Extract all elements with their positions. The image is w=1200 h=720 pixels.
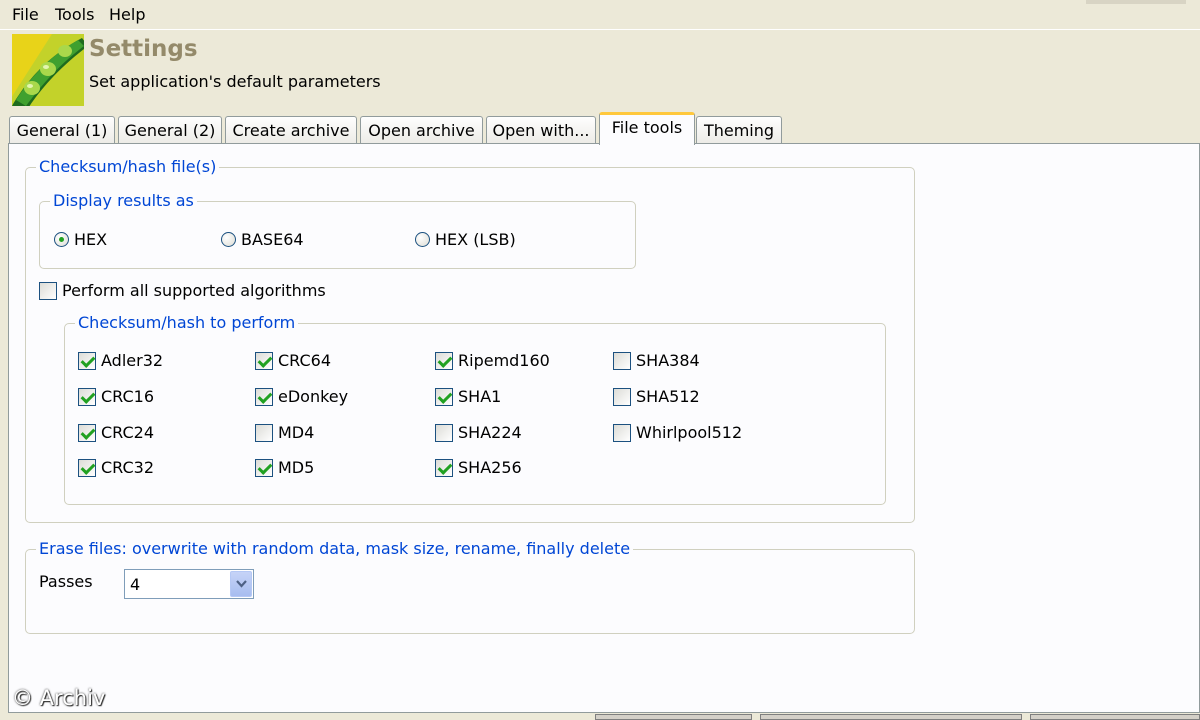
display-results-group-label: Display results as [50,191,197,210]
page-title: Settings [89,36,198,62]
checkbox-sha224[interactable]: SHA224 [435,423,522,442]
tab-open-with[interactable]: Open with... [486,116,596,144]
checkbox-crc24[interactable]: CRC24 [78,423,154,442]
watermark: © Archiv [12,686,106,710]
checkbox-sha1[interactable]: SHA1 [435,387,501,406]
page-subtitle: Set application's default parameters [89,72,381,91]
passes-label: Passes [39,572,93,591]
checkbox-icon[interactable] [255,423,273,442]
checkbox-icon[interactable] [613,423,631,442]
checkbox-icon[interactable] [255,387,273,406]
checkbox-label: SHA256 [458,458,522,477]
menu-file[interactable]: File [10,4,41,25]
checkbox-sha512[interactable]: SHA512 [613,387,700,406]
checkbox-label: CRC32 [101,458,155,477]
checkbox-label: Adler32 [101,351,164,370]
tab-theming[interactable]: Theming [696,116,782,144]
erase-files-group-label: Erase files: overwrite with random data,… [36,539,634,558]
tab-general-1[interactable]: General (1) [9,116,115,144]
menu-help[interactable]: Help [107,4,147,25]
checkbox-edonkey[interactable]: eDonkey [255,387,348,406]
tab-page-file-tools: Checksum/hash file(s) Display results as… [8,143,1200,713]
dialog-button-edge[interactable] [1030,714,1200,720]
checkbox-label: SHA384 [636,351,700,370]
checkbox-md5[interactable]: MD5 [255,458,314,477]
checkbox-icon[interactable] [78,458,96,477]
passes-select[interactable]: 4 [124,569,254,599]
tab-open-archive[interactable]: Open archive [360,116,483,144]
dialog-button-edge[interactable] [595,714,752,720]
checkbox-label: SHA1 [458,387,502,406]
checkbox-icon[interactable] [613,351,631,370]
display-results-groupbox: Display results as HEX BASE64 HEX (LSB) [39,191,636,269]
perform-all-label: Perform all supported algorithms [62,281,326,300]
checkbox-ripemd160[interactable]: Ripemd160 [435,351,550,370]
checkbox-md4[interactable]: MD4 [255,423,314,442]
checkbox-label: eDonkey [278,387,349,406]
checkbox-label: Ripemd160 [458,351,550,370]
checkbox-adler32[interactable]: Adler32 [78,351,163,370]
menu-bar: File Tools Help [0,0,1200,30]
radio-icon[interactable] [221,232,236,247]
radio-icon[interactable] [54,232,69,247]
checkbox-sha256[interactable]: SHA256 [435,458,522,477]
algorithms-groupbox: Checksum/hash to perform Adler32 CRC16 C… [64,313,886,505]
checkbox-crc32[interactable]: CRC32 [78,458,154,477]
app-logo-icon [12,34,84,106]
radio-hex-lsb-label: HEX (LSB) [435,230,516,249]
settings-window: File Tools Help Settings Set application… [0,0,1200,720]
checkbox-icon[interactable] [255,458,273,477]
radio-hex[interactable]: HEX [54,230,107,249]
checkbox-crc16[interactable]: CRC16 [78,387,154,406]
checkbox-sha384[interactable]: SHA384 [613,351,700,370]
checkbox-icon[interactable] [78,387,96,406]
checkbox-label: SHA224 [458,423,522,442]
radio-icon[interactable] [415,232,430,247]
checkbox-icon[interactable] [613,387,631,406]
checkbox-label: MD4 [278,423,315,442]
checksum-hash-groupbox: Checksum/hash file(s) Display results as… [25,157,915,523]
checksum-hash-group-label: Checksum/hash file(s) [36,157,220,176]
checkbox-icon[interactable] [78,423,96,442]
checkbox-icon[interactable] [39,281,57,300]
radio-base64[interactable]: BASE64 [221,230,304,249]
algorithms-group-label: Checksum/hash to perform [75,313,299,332]
radio-hex-lsb[interactable]: HEX (LSB) [415,230,516,249]
header-banner: Settings Set application's default param… [8,30,1200,112]
checkbox-label: CRC16 [101,387,155,406]
tab-file-tools[interactable]: File tools [599,112,695,145]
radio-base64-label: BASE64 [241,230,304,249]
checkbox-icon[interactable] [78,351,96,370]
dialog-button-edge[interactable] [760,714,1022,720]
checkbox-label: CRC64 [278,351,332,370]
chevron-down-icon [236,580,247,588]
tab-create-archive[interactable]: Create archive [225,116,357,144]
checkbox-label: SHA512 [636,387,700,406]
passes-value: 4 [130,575,141,594]
tab-general-2[interactable]: General (2) [118,116,222,144]
perform-all-checkbox[interactable]: Perform all supported algorithms [39,281,326,300]
checkbox-crc64[interactable]: CRC64 [255,351,331,370]
checkbox-icon[interactable] [435,423,453,442]
checkbox-icon[interactable] [435,387,453,406]
checkbox-label: Whirlpool512 [636,423,743,442]
checkbox-label: MD5 [278,458,315,477]
radio-hex-label: HEX [74,230,108,249]
checkbox-whirlpool512[interactable]: Whirlpool512 [613,423,742,442]
checkbox-icon[interactable] [255,351,273,370]
menu-tools[interactable]: Tools [53,4,96,25]
checkbox-label: CRC24 [101,423,155,442]
checkbox-icon[interactable] [435,458,453,477]
checkbox-icon[interactable] [435,351,453,370]
dropdown-button[interactable] [230,571,252,597]
window-frame-edge [1086,0,1186,4]
